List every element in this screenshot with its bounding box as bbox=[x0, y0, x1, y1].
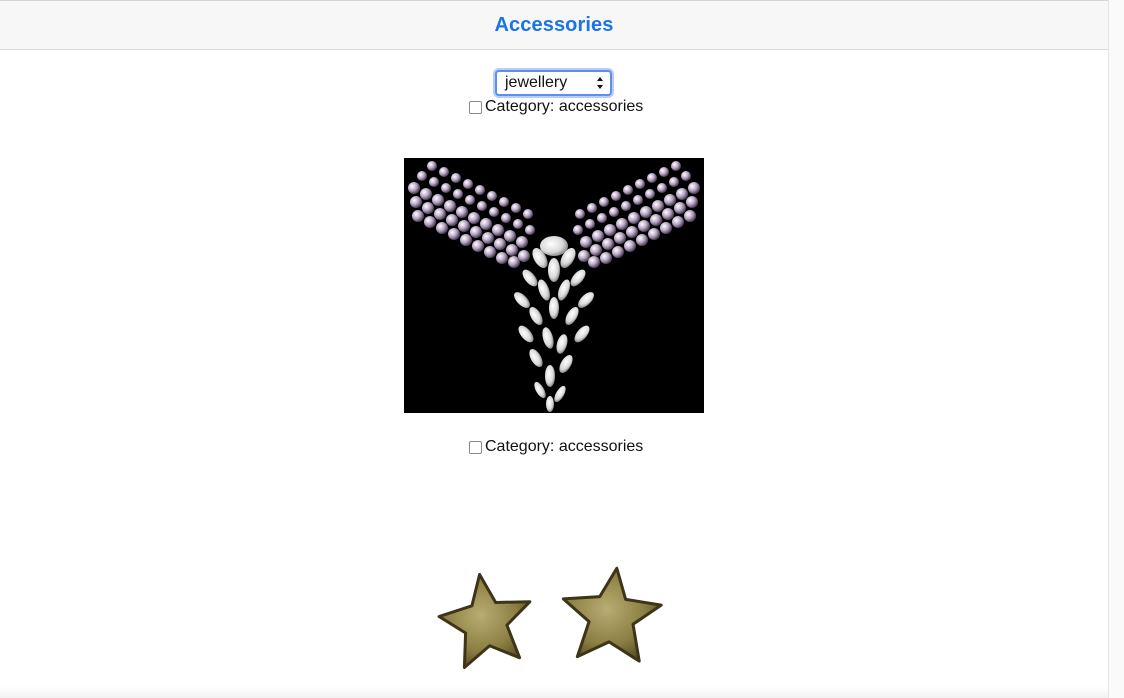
product-image-earrings[interactable] bbox=[434, 562, 674, 692]
product-image-necklace[interactable] bbox=[404, 158, 704, 413]
bottom-fade bbox=[0, 686, 1108, 698]
product-category-label: Category: accessories bbox=[485, 438, 644, 455]
page-header: Accessories bbox=[0, 0, 1108, 50]
star-earrings-illustration bbox=[437, 566, 663, 669]
vertical-scrollbar[interactable] bbox=[1108, 0, 1124, 698]
page-viewport: Accessories jewellery Category: accessor… bbox=[0, 0, 1108, 698]
product-category-row: Category: accessories bbox=[469, 98, 643, 116]
category-select[interactable]: jewellery bbox=[495, 70, 612, 96]
select-arrows-icon bbox=[597, 77, 603, 89]
product-category-label: Category: accessories bbox=[485, 98, 644, 115]
product-checkbox[interactable] bbox=[469, 440, 482, 454]
star-earring-right bbox=[561, 566, 663, 663]
page-title: Accessories bbox=[494, 13, 614, 36]
star-earring-left bbox=[437, 572, 532, 669]
product-category-row: Category: accessories bbox=[469, 438, 643, 456]
necklace-illustration bbox=[408, 161, 700, 412]
category-select-value: jewellery bbox=[505, 74, 568, 91]
product-checkbox[interactable] bbox=[469, 100, 482, 114]
